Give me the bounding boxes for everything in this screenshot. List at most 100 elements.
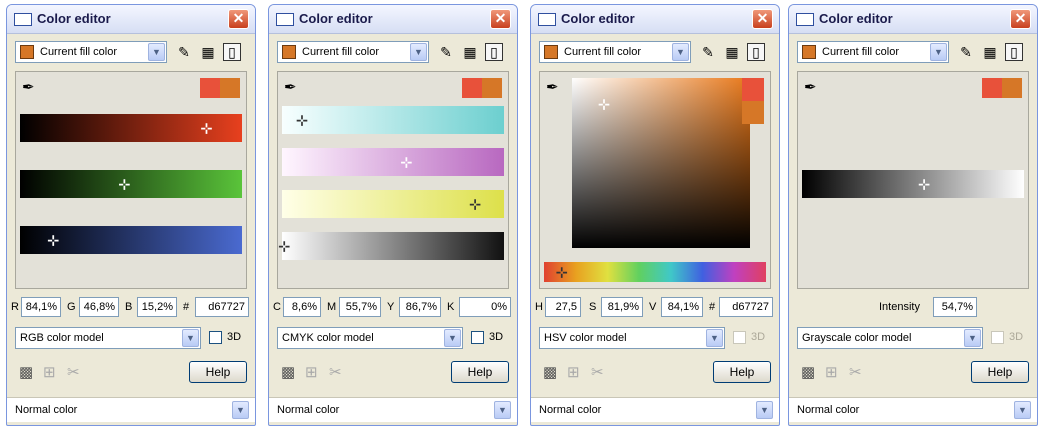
tag-icon[interactable]: ✎ (699, 43, 717, 61)
black-slider-handle[interactable]: ⊹ (276, 238, 292, 254)
chevron-down-icon[interactable]: ▼ (410, 43, 427, 61)
saturation-value-field[interactable]: ⊹ (572, 78, 750, 248)
k-input[interactable]: 0% (459, 297, 511, 317)
paint-icon[interactable]: ✂ (591, 363, 604, 381)
chevron-down-icon[interactable]: ▼ (494, 401, 511, 419)
r-input[interactable]: 84,1% (21, 297, 61, 317)
paint-icon[interactable]: ✂ (329, 363, 342, 381)
3d-checkbox[interactable] (471, 331, 484, 344)
page-icon[interactable]: ▯ (485, 43, 503, 61)
color-model-select[interactable]: HSV color model ▼ (539, 327, 725, 349)
chevron-down-icon[interactable]: ▼ (964, 329, 981, 347)
chevron-down-icon[interactable]: ▼ (182, 329, 199, 347)
hex-input[interactable]: d67727 (719, 297, 773, 317)
help-button[interactable]: Help (971, 361, 1029, 383)
checker-icon[interactable]: ▩ (281, 363, 295, 381)
add-row-icon[interactable]: ⊞ (567, 363, 580, 381)
g-input[interactable]: 46,8% (79, 297, 119, 317)
color-compare-swatches (200, 78, 240, 98)
h-input[interactable]: 27,5 (545, 297, 581, 317)
m-input[interactable]: 55,7% (339, 297, 381, 317)
cyan-slider-handle[interactable]: ⊹ (294, 112, 310, 128)
cyan-slider[interactable]: ⊹ (282, 106, 504, 134)
eyedropper-icon[interactable]: ✒ (22, 78, 35, 96)
page-icon[interactable]: ▯ (747, 43, 765, 61)
chevron-down-icon[interactable]: ▼ (1014, 401, 1031, 419)
grid-icon[interactable]: ▦ (981, 43, 999, 61)
color-model-select[interactable]: CMYK color model ▼ (277, 327, 463, 349)
fill-target-select[interactable]: Current fill color ▼ (277, 41, 429, 63)
color-type-select[interactable]: Normal color ▼ (269, 397, 517, 422)
chevron-down-icon[interactable]: ▼ (930, 43, 947, 61)
3d-checkbox[interactable] (733, 331, 746, 344)
3d-checkbox[interactable] (991, 331, 1004, 344)
checker-icon[interactable]: ▩ (19, 363, 33, 381)
black-slider[interactable]: ⊹ (278, 232, 504, 260)
c-input[interactable]: 8,6% (283, 297, 321, 317)
page-icon[interactable]: ▯ (1005, 43, 1023, 61)
tag-icon[interactable]: ✎ (437, 43, 455, 61)
close-button[interactable]: ✕ (490, 9, 511, 29)
grid-icon[interactable]: ▦ (199, 43, 217, 61)
intensity-slider[interactable]: ⊹ (802, 170, 1024, 198)
yellow-slider-handle[interactable]: ⊹ (467, 196, 483, 212)
chevron-down-icon[interactable]: ▼ (706, 329, 723, 347)
b-input[interactable]: 15,2% (137, 297, 177, 317)
magenta-slider[interactable]: ⊹ (282, 148, 504, 176)
title-bar: Color editor ✕ (269, 5, 517, 34)
color-model-select[interactable]: RGB color model ▼ (15, 327, 201, 349)
tag-icon[interactable]: ✎ (175, 43, 193, 61)
checker-icon[interactable]: ▩ (801, 363, 815, 381)
grid-icon[interactable]: ▦ (461, 43, 479, 61)
yellow-slider[interactable]: ⊹ (282, 190, 504, 218)
checker-icon[interactable]: ▩ (543, 363, 557, 381)
hex-input[interactable]: d67727 (195, 297, 249, 317)
grid-icon[interactable]: ▦ (723, 43, 741, 61)
tag-icon[interactable]: ✎ (957, 43, 975, 61)
intensity-slider-handle[interactable]: ⊹ (916, 176, 932, 192)
v-input[interactable]: 84,1% (661, 297, 703, 317)
eyedropper-icon[interactable]: ✒ (804, 78, 817, 96)
add-row-icon[interactable]: ⊞ (825, 363, 838, 381)
chevron-down-icon[interactable]: ▼ (672, 43, 689, 61)
3d-checkbox[interactable] (209, 331, 222, 344)
chevron-down-icon[interactable]: ▼ (232, 401, 249, 419)
fill-target-select[interactable]: Current fill color ▼ (797, 41, 949, 63)
blue-slider[interactable]: ⊹ (20, 226, 242, 254)
color-type-select[interactable]: Normal color ▼ (789, 397, 1037, 422)
chevron-down-icon[interactable]: ▼ (756, 401, 773, 419)
chevron-down-icon[interactable]: ▼ (148, 43, 165, 61)
color-model-select[interactable]: Grayscale color model ▼ (797, 327, 983, 349)
hue-slider[interactable]: ⊹ (544, 262, 766, 282)
magenta-slider-handle[interactable]: ⊹ (398, 154, 414, 170)
eyedropper-icon[interactable]: ✒ (546, 78, 559, 96)
y-input[interactable]: 86,7% (399, 297, 441, 317)
green-slider-handle[interactable]: ⊹ (116, 176, 132, 192)
close-button[interactable]: ✕ (228, 9, 249, 29)
blue-slider-handle[interactable]: ⊹ (45, 232, 61, 248)
color-type-select[interactable]: Normal color ▼ (531, 397, 779, 422)
s-input[interactable]: 81,9% (601, 297, 643, 317)
k-label: K (447, 301, 455, 313)
sv-handle[interactable]: ⊹ (596, 96, 612, 112)
intensity-input[interactable]: 54,7% (933, 297, 977, 317)
help-button[interactable]: Help (451, 361, 509, 383)
paint-icon[interactable]: ✂ (849, 363, 862, 381)
paint-icon[interactable]: ✂ (67, 363, 80, 381)
add-row-icon[interactable]: ⊞ (43, 363, 56, 381)
hue-slider-handle[interactable]: ⊹ (554, 264, 570, 280)
page-icon[interactable]: ▯ (223, 43, 241, 61)
eyedropper-icon[interactable]: ✒ (284, 78, 297, 96)
color-type-select[interactable]: Normal color ▼ (7, 397, 255, 422)
red-slider[interactable]: ⊹ (20, 114, 242, 142)
help-button[interactable]: Help (189, 361, 247, 383)
help-button[interactable]: Help (713, 361, 771, 383)
close-button[interactable]: ✕ (752, 9, 773, 29)
green-slider[interactable]: ⊹ (20, 170, 242, 198)
close-button[interactable]: ✕ (1010, 9, 1031, 29)
fill-target-select[interactable]: Current fill color ▼ (15, 41, 167, 63)
red-slider-handle[interactable]: ⊹ (198, 120, 214, 136)
fill-target-select[interactable]: Current fill color ▼ (539, 41, 691, 63)
add-row-icon[interactable]: ⊞ (305, 363, 318, 381)
chevron-down-icon[interactable]: ▼ (444, 329, 461, 347)
